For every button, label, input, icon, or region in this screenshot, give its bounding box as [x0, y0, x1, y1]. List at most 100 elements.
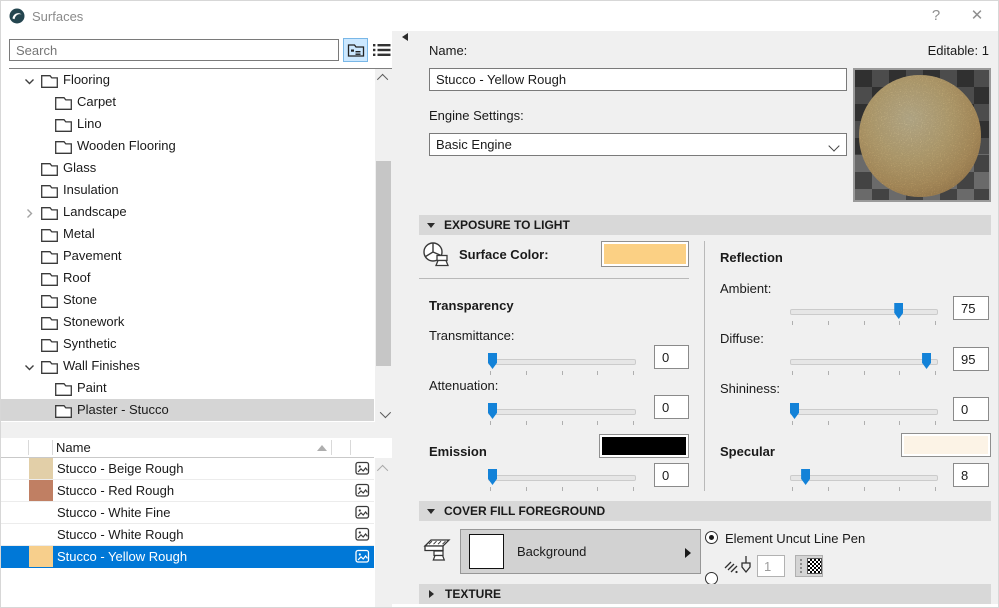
shininess-slider[interactable] [790, 401, 938, 427]
tree-item-flooring[interactable]: Flooring [1, 69, 374, 91]
surface-row-stucco-yellow-rough[interactable]: Stucco - Yellow Rough [1, 546, 374, 568]
slider-handle[interactable] [488, 353, 497, 369]
diffuse-slider[interactable] [790, 351, 938, 377]
surface-row-stucco-white-rough[interactable]: Stucco - White Rough [1, 524, 374, 546]
list-view-toggle-button[interactable] [370, 38, 393, 62]
tree-item-paint[interactable]: Paint [1, 377, 374, 399]
tree-item-glass[interactable]: Glass [1, 157, 374, 179]
tree-item-plaster-stucco[interactable]: Plaster - Stucco [1, 399, 374, 421]
ambient-value[interactable] [953, 296, 989, 320]
specular-color-swatch[interactable] [901, 433, 991, 457]
folder-icon [41, 271, 58, 285]
folder-tree-icon [347, 42, 365, 58]
fill-name: Background [517, 544, 586, 559]
emission-value[interactable] [654, 463, 689, 487]
folder-icon [55, 117, 72, 131]
specular-label: Specular [720, 444, 775, 459]
emission-slider[interactable] [488, 467, 636, 493]
tree-item-carpet[interactable]: Carpet [1, 91, 374, 113]
slider-handle[interactable] [488, 469, 497, 485]
folder-icon [41, 337, 58, 351]
tree-item-stone[interactable]: Stone [1, 289, 374, 311]
slider-handle[interactable] [894, 303, 903, 319]
attenuation-label: Attenuation: [429, 378, 498, 393]
section-cover-fill-header[interactable]: COVER FILL FOREGROUND [419, 501, 991, 521]
pen-color-button[interactable] [795, 555, 823, 577]
texture-image-icon [351, 546, 374, 567]
folder-icon [55, 381, 72, 395]
tree-item-wall-finishes[interactable]: Wall Finishes [1, 355, 374, 377]
specular-slider[interactable] [790, 467, 938, 493]
tree-scrollbar[interactable] [375, 69, 392, 422]
specular-value[interactable] [953, 463, 989, 487]
tree-item-metal[interactable]: Metal [1, 223, 374, 245]
tree-item-label: Carpet [77, 91, 116, 113]
list-scrollbar[interactable] [375, 458, 392, 608]
chevron-right-icon[interactable] [24, 204, 36, 218]
help-button[interactable]: ? [926, 6, 946, 26]
attenuation-slider[interactable] [488, 401, 636, 427]
tree-item-landscape[interactable]: Landscape [1, 201, 374, 223]
surface-color-cell [29, 524, 53, 545]
cover-fill-select[interactable]: Background [460, 529, 701, 574]
shininess-value[interactable] [953, 397, 989, 421]
diffuse-label: Diffuse: [720, 331, 764, 346]
name-column-header[interactable]: Name [56, 438, 91, 457]
editable-count: Editable: 1 [928, 43, 989, 58]
slider-handle[interactable] [790, 403, 799, 419]
surface-row-stucco-white-fine[interactable]: Stucco - White Fine [1, 502, 374, 524]
surface-name: Stucco - White Fine [53, 502, 351, 523]
texture-image-icon [351, 502, 374, 523]
engine-select[interactable]: Basic Engine [429, 133, 847, 156]
element-uncut-line-pen-radio[interactable] [705, 531, 718, 544]
chevron-down-icon[interactable] [24, 358, 36, 372]
surface-list-header[interactable]: Name [1, 438, 374, 458]
folder-view-toggle-button[interactable] [343, 38, 368, 62]
surface-folder-tree: FlooringCarpetLinoWooden FlooringGlassIn… [1, 69, 374, 422]
fill-preview-swatch [469, 534, 504, 569]
tree-item-wooden-flooring[interactable]: Wooden Flooring [1, 135, 374, 157]
surface-color-cell [29, 546, 53, 567]
slider-handle[interactable] [488, 403, 497, 419]
folder-icon [41, 161, 58, 175]
section-exposure-header[interactable]: EXPOSURE TO LIGHT [419, 215, 991, 235]
ambient-slider[interactable] [790, 301, 938, 327]
scroll-up-button[interactable] [375, 460, 392, 477]
close-button[interactable]: ✕ [967, 6, 987, 26]
tree-item-pavement[interactable]: Pavement [1, 245, 374, 267]
attenuation-value[interactable] [654, 395, 689, 419]
cover-fill-icon [420, 536, 456, 566]
tree-item-lino[interactable]: Lino [1, 113, 374, 135]
hatch-icon [723, 559, 739, 574]
surface-list: Name Stucco - Beige RoughStucco - Red Ro… [1, 438, 374, 608]
diffuse-value[interactable] [953, 347, 989, 371]
section-texture-header[interactable]: TEXTURE [419, 584, 991, 604]
tree-item-insulation[interactable]: Insulation [1, 179, 374, 201]
row-margin-cell [1, 524, 29, 545]
tree-item-synthetic[interactable]: Synthetic [1, 333, 374, 355]
search-input[interactable] [9, 39, 339, 61]
chevron-down-icon[interactable] [24, 72, 36, 86]
collapse-panel-icon[interactable] [402, 33, 408, 41]
slider-handle[interactable] [801, 469, 810, 485]
transmittance-value[interactable] [654, 345, 689, 369]
element-uncut-line-pen-label: Element Uncut Line Pen [725, 531, 865, 546]
folder-icon [41, 183, 58, 197]
window-title: Surfaces [32, 9, 83, 24]
tree-scrollbar-thumb[interactable] [376, 161, 391, 366]
panel-gap [1, 422, 392, 438]
surface-color-swatch[interactable] [601, 241, 689, 267]
tree-item-stonework[interactable]: Stonework [1, 311, 374, 333]
expand-triangle-icon [429, 590, 434, 598]
transmittance-slider[interactable] [488, 351, 636, 377]
emission-color-swatch[interactable] [599, 434, 689, 458]
chevron-down-icon [828, 140, 839, 151]
tree-item-roof[interactable]: Roof [1, 267, 374, 289]
scroll-up-button[interactable] [375, 69, 392, 86]
surface-name-input[interactable] [429, 68, 847, 91]
surface-row-stucco-red-rough[interactable]: Stucco - Red Rough [1, 480, 374, 502]
surface-row-stucco-beige-rough[interactable]: Stucco - Beige Rough [1, 458, 374, 480]
pen-number-input[interactable] [757, 555, 785, 577]
slider-handle[interactable] [922, 353, 931, 369]
scroll-down-button[interactable] [375, 405, 392, 422]
